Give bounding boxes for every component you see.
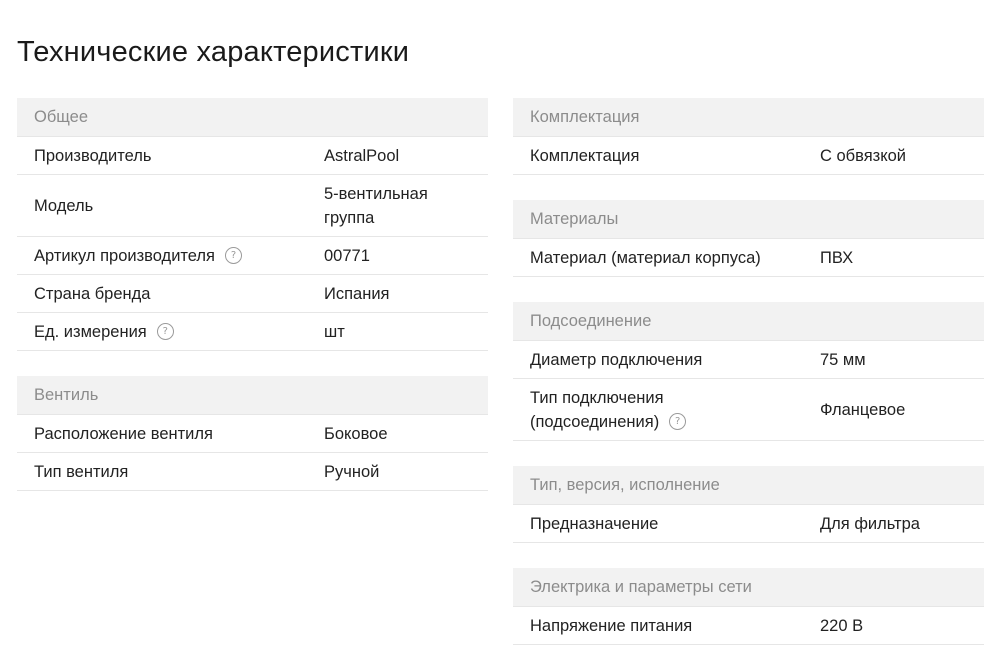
spec-row: Артикул производителя ? 00771	[17, 237, 488, 275]
spec-label-line2: (подсоединения)	[530, 412, 660, 431]
specs-left-column: Общее Производитель AstralPool Модель 5-…	[17, 98, 488, 516]
spec-label-text: Ед. измерения	[34, 322, 147, 341]
spec-value: Для фильтра	[820, 514, 920, 533]
spec-value: ПВХ	[820, 248, 854, 267]
spec-value: шт	[324, 322, 345, 341]
spec-value: 220 В	[820, 616, 864, 635]
spec-group-kit: Комплектация Комплектация С обвязкой	[513, 98, 984, 175]
group-header: Электрика и параметры сети	[513, 568, 984, 607]
spec-row: Производитель AstralPool	[17, 137, 488, 175]
spec-value: Ручной	[324, 462, 380, 481]
spec-value: С обвязкой	[820, 146, 907, 165]
spec-label: Тип вентиля	[34, 462, 129, 481]
spec-label-with-help: Ед. измерения ?	[17, 320, 324, 344]
spec-label: Материал (материал корпуса)	[530, 248, 761, 267]
spec-row: Тип вентиля Ручной	[17, 453, 488, 491]
spec-label: Расположение вентиля	[34, 424, 213, 443]
spec-label-line2-wrap: (подсоединения) ?	[530, 410, 687, 434]
spec-label: Напряжение питания	[530, 616, 693, 635]
page-title: Технические характеристики	[17, 36, 410, 68]
group-header: Тип, версия, исполнение	[513, 466, 984, 505]
help-icon[interactable]: ?	[669, 413, 687, 430]
spec-label-line1: Тип подключения	[530, 388, 664, 407]
spec-row: Ед. измерения ? шт	[17, 313, 488, 351]
spec-value: 75 мм	[820, 350, 866, 369]
spec-row: Диаметр подключения 75 мм	[513, 341, 984, 379]
help-icon[interactable]: ?	[156, 323, 174, 340]
spec-row: Комплектация С обвязкой	[513, 137, 984, 175]
spec-label: Страна бренда	[34, 284, 151, 303]
spec-value: Боковое	[324, 424, 388, 443]
spec-value: Фланцевое	[820, 400, 906, 419]
spec-label: Комплектация	[530, 146, 640, 165]
spec-group-type-version: Тип, версия, исполнение Предназначение Д…	[513, 466, 984, 543]
spec-row: Страна бренда Испания	[17, 275, 488, 313]
spec-row: Модель 5-вентильная группа	[17, 175, 488, 237]
spec-label: Диаметр подключения	[530, 350, 703, 369]
spec-row: Предназначение Для фильтра	[513, 505, 984, 543]
spec-value: Испания	[324, 284, 390, 303]
help-icon[interactable]: ?	[224, 247, 242, 264]
group-header: Вентиль	[17, 376, 488, 415]
spec-group-valve: Вентиль Расположение вентиля Боковое Тип…	[17, 376, 488, 491]
specs-right-column: Комплектация Комплектация С обвязкой Мат…	[513, 98, 984, 670]
spec-row: Тип подключения (подсоединения) ? Фланце…	[513, 379, 984, 441]
spec-label-stack: Тип подключения (подсоединения) ?	[530, 386, 687, 434]
spec-group-general: Общее Производитель AstralPool Модель 5-…	[17, 98, 488, 351]
spec-value: 5-вентильная группа	[324, 184, 428, 227]
spec-row: Материал (материал корпуса) ПВХ	[513, 239, 984, 277]
group-header: Подсоединение	[513, 302, 984, 341]
spec-group-electrical: Электрика и параметры сети Напряжение пи…	[513, 568, 984, 645]
spec-label: Предназначение	[530, 514, 659, 533]
spec-row: Напряжение питания 220 В	[513, 607, 984, 645]
spec-group-connection: Подсоединение Диаметр подключения 75 мм …	[513, 302, 984, 441]
spec-row: Расположение вентиля Боковое	[17, 415, 488, 453]
spec-value: 00771	[324, 246, 370, 265]
group-header: Общее	[17, 98, 488, 137]
spec-value: AstralPool	[324, 146, 400, 165]
spec-label: Производитель	[34, 146, 152, 165]
spec-label-with-help: Тип подключения (подсоединения) ?	[513, 386, 820, 434]
spec-label: Модель	[34, 196, 94, 215]
spec-group-materials: Материалы Материал (материал корпуса) ПВ…	[513, 200, 984, 277]
group-header: Комплектация	[513, 98, 984, 137]
group-header: Материалы	[513, 200, 984, 239]
spec-label-with-help: Артикул производителя ?	[17, 244, 324, 268]
spec-label-text: Артикул производителя	[34, 246, 215, 265]
